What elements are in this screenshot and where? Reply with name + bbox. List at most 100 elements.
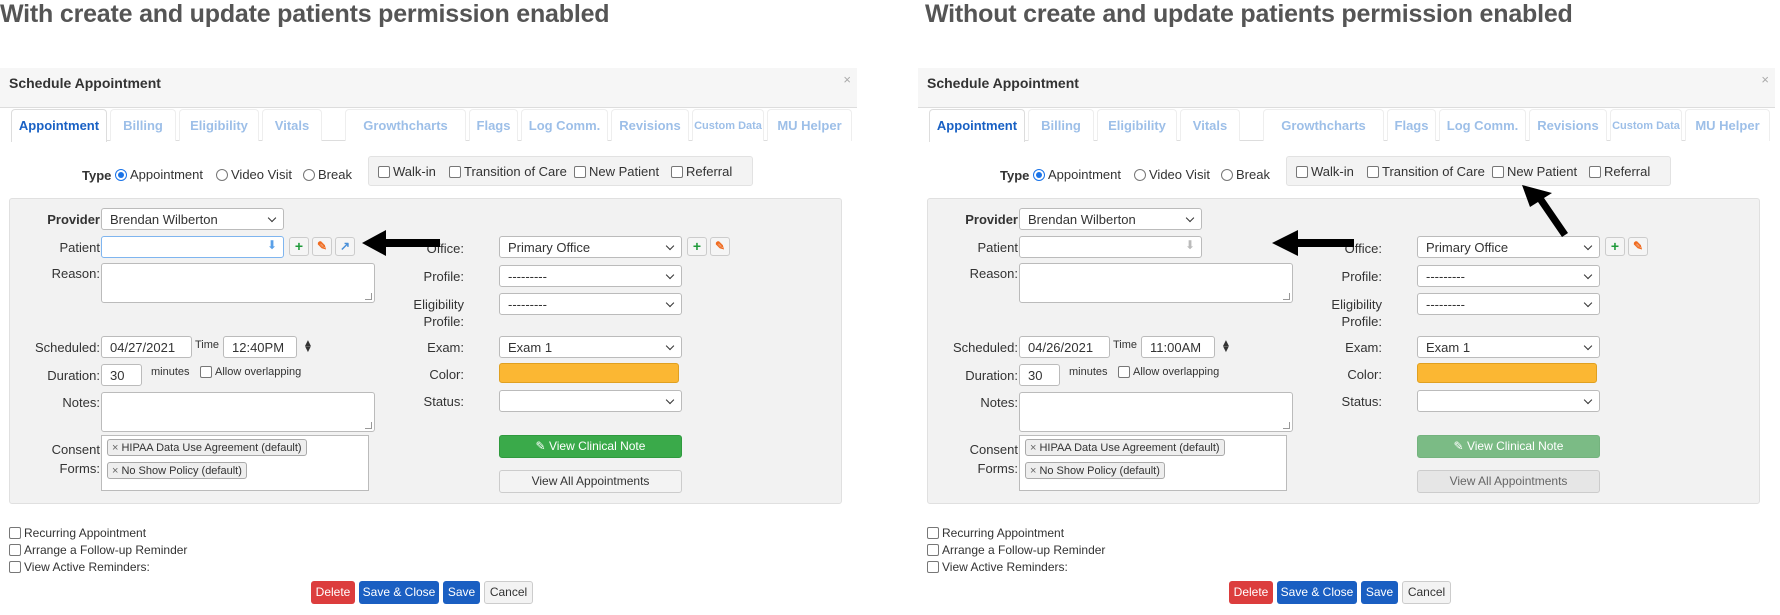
remove-tag-icon[interactable]: × bbox=[112, 442, 118, 454]
tab-vitals[interactable]: Vitals bbox=[1180, 109, 1240, 141]
view-clinical-note-button[interactable]: ✎ View Clinical Note bbox=[499, 435, 682, 458]
consent-forms-field[interactable]: × HIPAA Data Use Agreement (default) × No … bbox=[101, 435, 369, 491]
follow-up-reminder-checkbox[interactable]: Arrange a Follow-up Reminder bbox=[927, 543, 1105, 557]
remove-tag-icon[interactable]: × bbox=[1030, 465, 1036, 477]
checkbox-referral[interactable]: Referral bbox=[671, 164, 732, 179]
delete-button[interactable]: Delete bbox=[1229, 581, 1273, 604]
tab-flags[interactable]: Flags bbox=[1387, 109, 1436, 141]
view-active-reminders-checkbox[interactable]: View Active Reminders: bbox=[9, 560, 150, 574]
provider-select[interactable]: Brendan Wilberton bbox=[101, 208, 284, 230]
tab-appointment[interactable]: Appointment bbox=[929, 109, 1025, 142]
checkbox-walk-in[interactable]: Walk-in bbox=[1296, 164, 1354, 179]
radio-break[interactable]: Break bbox=[1221, 167, 1270, 182]
tab-log-comm[interactable]: Log Comm. bbox=[521, 109, 608, 141]
notes-textarea[interactable] bbox=[101, 392, 375, 432]
radio-video-visit[interactable]: Video Visit bbox=[216, 167, 292, 182]
view-all-appointments-button[interactable]: View All Appointments bbox=[1417, 470, 1600, 493]
profile-select[interactable]: --------- bbox=[499, 265, 682, 287]
duration-input[interactable]: 30 bbox=[101, 364, 142, 386]
checkbox-transition-of-care[interactable]: Transition of Care bbox=[449, 164, 567, 179]
remove-tag-icon[interactable]: × bbox=[112, 465, 118, 477]
checkbox-transition-of-care[interactable]: Transition of Care bbox=[1367, 164, 1485, 179]
time-spinner-icon[interactable]: ▲ ▼ bbox=[303, 339, 313, 355]
tab-mu-helper[interactable]: MU Helper bbox=[767, 109, 852, 141]
add-office-button[interactable]: + bbox=[1605, 237, 1625, 256]
time-spinner-icon[interactable]: ▲ ▼ bbox=[1221, 339, 1231, 355]
delete-button[interactable]: Delete bbox=[311, 581, 355, 604]
profile-select[interactable]: --------- bbox=[1417, 265, 1600, 287]
checkbox-new-patient[interactable]: New Patient bbox=[1492, 164, 1577, 179]
cancel-button[interactable]: Cancel bbox=[1402, 581, 1451, 604]
radio-video-visit[interactable]: Video Visit bbox=[1134, 167, 1210, 182]
tab-vitals[interactable]: Vitals bbox=[262, 109, 322, 141]
save-button[interactable]: Save bbox=[1361, 581, 1398, 604]
time-input[interactable]: 12:40PM bbox=[223, 336, 297, 358]
eligibility-profile-select[interactable]: --------- bbox=[499, 293, 682, 315]
office-select[interactable]: Primary Office bbox=[1417, 236, 1600, 258]
tab-custom-data[interactable]: Custom Data bbox=[692, 109, 764, 141]
add-patient-button[interactable]: + bbox=[289, 237, 309, 256]
tab-billing[interactable]: Billing bbox=[110, 109, 176, 141]
tab-eligibility[interactable]: Eligibility bbox=[1097, 109, 1177, 141]
tab-growthcharts[interactable]: Growthcharts bbox=[345, 109, 466, 141]
checkbox-box bbox=[1492, 165, 1504, 178]
save-close-button[interactable]: Save & Close bbox=[1277, 581, 1357, 604]
color-picker[interactable] bbox=[499, 363, 679, 383]
tab-custom-data[interactable]: Custom Data bbox=[1610, 109, 1682, 141]
recurring-appointment-checkbox[interactable]: Recurring Appointment bbox=[9, 526, 146, 540]
status-select[interactable] bbox=[499, 390, 682, 412]
status-select[interactable] bbox=[1417, 390, 1600, 412]
radio-break[interactable]: Break bbox=[303, 167, 352, 182]
tab-growthcharts[interactable]: Growthcharts bbox=[1263, 109, 1384, 141]
radio-appointment[interactable]: Appointment bbox=[115, 167, 203, 182]
consent-forms-field[interactable]: × HIPAA Data Use Agreement (default) × No … bbox=[1019, 435, 1287, 491]
tab-revisions[interactable]: Revisions bbox=[1529, 109, 1607, 141]
time-input[interactable]: 11:00AM bbox=[1141, 336, 1215, 358]
reason-label: Reason: bbox=[969, 266, 1018, 281]
add-office-button[interactable]: + bbox=[687, 237, 707, 256]
notes-textarea[interactable] bbox=[1019, 392, 1293, 432]
reason-textarea[interactable] bbox=[101, 263, 375, 303]
close-icon[interactable]: × bbox=[1761, 72, 1769, 87]
reason-textarea[interactable] bbox=[1019, 263, 1293, 303]
allow-overlapping-checkbox[interactable]: Allow overlapping bbox=[200, 366, 301, 378]
exam-select[interactable]: Exam 1 bbox=[499, 336, 682, 358]
schedule-appointment-modal-without-permission: Schedule Appointment × Appointment Billin… bbox=[918, 68, 1775, 615]
edit-office-button[interactable]: ✎ bbox=[1628, 237, 1648, 256]
cancel-button[interactable]: Cancel bbox=[484, 581, 533, 604]
open-patient-button[interactable]: ↗ bbox=[335, 237, 355, 256]
scheduled-date-input[interactable]: 04/26/2021 bbox=[1019, 336, 1110, 358]
tab-mu-helper[interactable]: MU Helper bbox=[1685, 109, 1770, 141]
scheduled-date-input[interactable]: 04/27/2021 bbox=[101, 336, 192, 358]
eligibility-profile-select[interactable]: --------- bbox=[1417, 293, 1600, 315]
exam-select[interactable]: Exam 1 bbox=[1417, 336, 1600, 358]
save-button[interactable]: Save bbox=[443, 581, 480, 604]
edit-patient-button[interactable]: ✎ bbox=[312, 237, 332, 256]
view-active-reminders-checkbox[interactable]: View Active Reminders: bbox=[927, 560, 1068, 574]
color-picker[interactable] bbox=[1417, 363, 1597, 383]
tab-billing[interactable]: Billing bbox=[1028, 109, 1094, 141]
remove-tag-icon[interactable]: × bbox=[1030, 442, 1036, 454]
tab-flags[interactable]: Flags bbox=[469, 109, 518, 141]
radio-appointment[interactable]: Appointment bbox=[1033, 167, 1121, 182]
allow-overlapping-checkbox[interactable]: Allow overlapping bbox=[1118, 366, 1219, 378]
close-icon[interactable]: × bbox=[843, 72, 851, 87]
tab-log-comm[interactable]: Log Comm. bbox=[1439, 109, 1526, 141]
edit-office-button[interactable]: ✎ bbox=[710, 237, 730, 256]
save-close-button[interactable]: Save & Close bbox=[359, 581, 439, 604]
tab-eligibility[interactable]: Eligibility bbox=[179, 109, 259, 141]
tab-revisions[interactable]: Revisions bbox=[611, 109, 689, 141]
patient-input[interactable] bbox=[101, 236, 284, 258]
checkbox-referral[interactable]: Referral bbox=[1589, 164, 1650, 179]
duration-input[interactable]: 30 bbox=[1019, 364, 1060, 386]
checkbox-walk-in[interactable]: Walk-in bbox=[378, 164, 436, 179]
tab-appointment[interactable]: Appointment bbox=[11, 109, 107, 142]
patient-input[interactable] bbox=[1019, 236, 1202, 258]
recurring-appointment-checkbox[interactable]: Recurring Appointment bbox=[927, 526, 1064, 540]
provider-select[interactable]: Brendan Wilberton bbox=[1019, 208, 1202, 230]
view-clinical-note-button[interactable]: ✎ View Clinical Note bbox=[1417, 435, 1600, 458]
view-all-appointments-button[interactable]: View All Appointments bbox=[499, 470, 682, 493]
checkbox-new-patient[interactable]: New Patient bbox=[574, 164, 659, 179]
follow-up-reminder-checkbox[interactable]: Arrange a Follow-up Reminder bbox=[9, 543, 187, 557]
office-select[interactable]: Primary Office bbox=[499, 236, 682, 258]
